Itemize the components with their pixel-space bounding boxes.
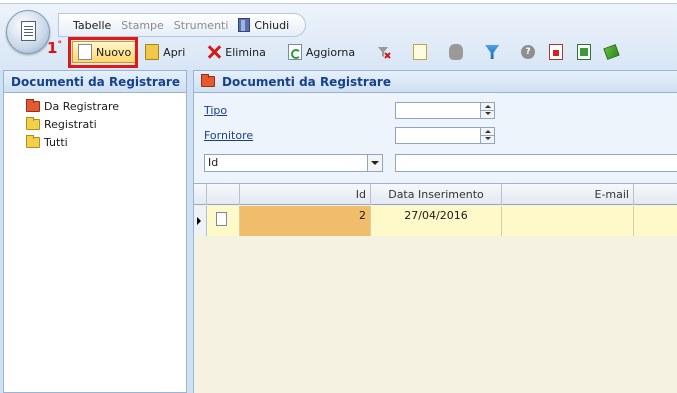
document-tree: Da Registrare Registrati Tutti [4, 93, 186, 151]
fornitore-link[interactable]: Fornitore [204, 129, 253, 142]
filter-area: Tipo Fornitore Id [194, 94, 677, 180]
grid-header-email[interactable]: E-mail [502, 184, 634, 205]
refresh-button-label: Aggiorna [305, 45, 356, 59]
delete-button[interactable]: Elimina [201, 41, 272, 63]
help-button[interactable]: ? [515, 41, 541, 63]
folder-icon [26, 134, 40, 148]
excel-icon [577, 44, 592, 60]
right-panel-header: Documenti da Registrare [194, 71, 677, 93]
open-folder-red-icon [26, 98, 40, 112]
main-toolbar: Nuovo Apri Elimina Aggiorna ? [68, 39, 620, 65]
tipo-link[interactable]: Tipo [204, 104, 227, 117]
hand-icon [449, 44, 464, 60]
left-panel-title: Documenti da Registrare [4, 71, 186, 93]
table-row[interactable]: 2 27/04/2016 [194, 206, 677, 236]
grid-header: Id Data Inserimento E-mail [194, 184, 677, 205]
highlight-box [68, 37, 138, 68]
tree-item-label: Registrati [44, 117, 97, 131]
refresh-button[interactable]: Aggiorna [282, 41, 361, 63]
grid-header-icon [207, 184, 240, 205]
clear-filter-button[interactable] [371, 41, 397, 63]
row-icon-cell [207, 206, 240, 236]
documents-grid: Id Data Inserimento E-mail 2 27/04/2016 [194, 183, 677, 393]
quick-menu-bar: Tabelle Stampe Strumenti Chiudi [58, 13, 306, 37]
open-folder-red-icon [201, 74, 215, 87]
menu-stampe[interactable]: Stampe [121, 19, 164, 32]
right-panel-title: Documenti da Registrare [222, 74, 391, 89]
help-icon: ? [521, 45, 536, 59]
menu-tabelle[interactable]: Tabelle [73, 19, 111, 32]
fornitore-input[interactable] [395, 127, 495, 144]
refresh-icon [287, 44, 302, 60]
app-menu-orb-button[interactable] [6, 10, 50, 54]
hand-button[interactable] [443, 41, 469, 63]
open-button-label: Apri [163, 45, 186, 59]
book-button[interactable] [599, 41, 624, 63]
cell-extra [634, 206, 677, 236]
clear-filter-icon [378, 47, 391, 59]
grid-header-indicator [194, 184, 207, 205]
close-button-label: Chiudi [254, 18, 290, 32]
close-button[interactable]: Chiudi [238, 18, 289, 32]
tree-item-label: Tutti [44, 135, 68, 149]
row-pointer-icon [197, 217, 201, 225]
door-exit-icon [238, 18, 251, 32]
tree-item-label: Da Registrare [44, 99, 120, 113]
step-annotation: 1° [47, 39, 62, 57]
funnel-icon [485, 45, 500, 59]
chevron-down-icon[interactable] [367, 155, 382, 171]
folder-icon [26, 116, 40, 130]
document-icon [216, 212, 227, 226]
cell-data-inserimento[interactable]: 27/04/2016 [371, 206, 502, 236]
tree-item-tutti[interactable]: Tutti [26, 133, 186, 151]
tree-item-da-registrare[interactable]: Da Registrare [26, 97, 186, 115]
open-folder-icon [145, 44, 160, 60]
tipo-input[interactable] [395, 102, 495, 119]
cell-email[interactable] [502, 206, 634, 236]
menu-strumenti[interactable]: Strumenti [174, 19, 229, 32]
step-suffix: ° [57, 40, 62, 50]
search-field-select[interactable]: Id [204, 154, 383, 172]
grid-header-id[interactable]: Id [240, 184, 371, 205]
grid-header-extra [634, 184, 677, 205]
step-number: 1 [47, 39, 58, 57]
cell-id[interactable]: 2 [240, 206, 371, 236]
grid-header-data-inserimento[interactable]: Data Inserimento [371, 184, 502, 205]
note-button[interactable] [407, 41, 433, 63]
book-icon [603, 44, 620, 60]
search-input[interactable] [395, 154, 677, 172]
filter-button[interactable] [479, 41, 505, 63]
tree-item-registrati[interactable]: Registrati [26, 115, 186, 133]
export-pdf-button[interactable] [543, 41, 569, 63]
document-icon [21, 21, 36, 41]
document-list-panel: Documenti da Registrare Tipo Fornitore I… [193, 70, 677, 393]
left-navigation-panel: Documenti da Registrare Da Registrare Re… [3, 70, 187, 393]
note-icon [413, 44, 428, 60]
delete-x-icon [207, 45, 221, 59]
delete-button-label: Elimina [225, 45, 266, 59]
export-excel-button[interactable] [571, 41, 597, 63]
application-window: Tabelle Stampe Strumenti Chiudi Nuovo Ap… [0, 0, 677, 393]
pdf-icon [549, 44, 564, 60]
search-field-select-value: Id [208, 156, 219, 169]
row-selector[interactable] [194, 206, 207, 236]
window-top-edge [0, 0, 677, 4]
open-button[interactable]: Apri [139, 41, 191, 63]
